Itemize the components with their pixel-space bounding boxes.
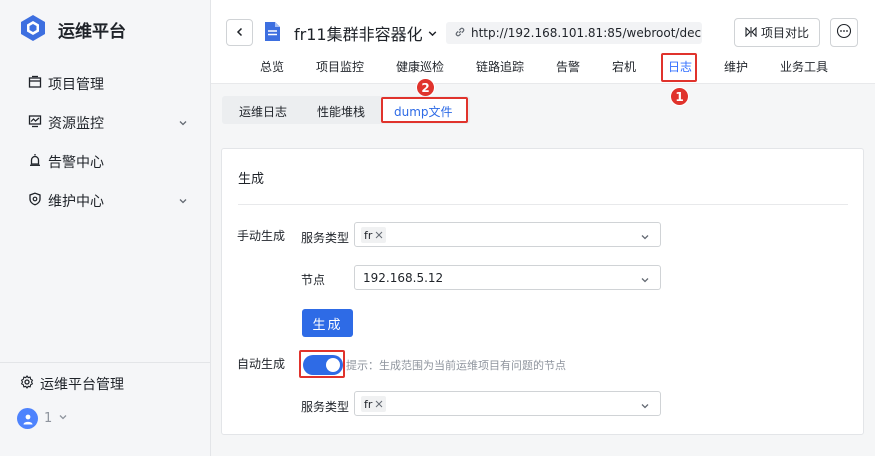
subtab-ops-log[interactable]: 运维日志 <box>239 103 287 120</box>
sidebar-divider <box>0 362 210 363</box>
sidebar-item-resource-monitor[interactable]: 资源监控 <box>0 103 210 142</box>
more-icon <box>836 23 852 42</box>
user-menu[interactable]: 1 <box>17 408 68 429</box>
tab-downtime[interactable]: 宕机 <box>612 58 636 75</box>
sidebar-item-label: 维护中心 <box>48 193 104 210</box>
chevron-down-icon <box>640 274 650 288</box>
annotation-badge-1: 1 <box>670 87 689 106</box>
service-type-label: 服务类型 <box>301 231 350 245</box>
project-compare-button[interactable]: 项目对比 <box>734 18 820 47</box>
chevron-down-icon[interactable] <box>178 116 188 132</box>
avatar <box>17 408 38 429</box>
tab-project-monitor[interactable]: 项目监控 <box>316 58 364 75</box>
node-select[interactable]: 192.168.5.12 <box>354 265 661 290</box>
subtab-perf-stack[interactable]: 性能堆栈 <box>317 103 365 120</box>
auto-generate-toggle[interactable] <box>303 355 343 375</box>
sidebar: 运维平台 项目管理 资源监控 告警中心 维护中心 运维平台管理 1 <box>0 0 211 456</box>
back-button[interactable] <box>226 19 253 46</box>
generate-button[interactable]: 生成 <box>302 309 353 337</box>
chevron-left-icon <box>235 26 245 40</box>
toggle-knob <box>326 358 340 372</box>
sidebar-item-platform-admin[interactable]: 运维平台管理 <box>20 374 124 394</box>
service-type-tag: fr <box>361 227 387 243</box>
auto-generate-hint: 提示：生成范围为当前运维项目有问题的节点 <box>346 359 566 372</box>
sidebar-item-maintenance-center[interactable]: 维护中心 <box>0 181 210 220</box>
tab-maintenance[interactable]: 维护 <box>724 58 748 75</box>
tab-health-check[interactable]: 健康巡检 <box>396 58 444 75</box>
close-icon[interactable] <box>375 398 383 411</box>
link-icon <box>454 26 466 41</box>
auto-generate-label: 自动生成 <box>237 357 286 371</box>
chevron-down-icon <box>640 231 650 245</box>
tab-trace[interactable]: 链路追踪 <box>476 58 524 75</box>
node-value: 192.168.5.12 <box>363 271 444 285</box>
project-selector[interactable]: fr11集群非容器化 <box>294 21 438 45</box>
tag-text: fr <box>364 397 373 411</box>
log-subtabs: 运维日志 性能堆栈 dump文件 <box>222 96 470 124</box>
subtab-dump-file[interactable]: dump文件 <box>394 103 453 120</box>
sidebar-item-label: 项目管理 <box>48 76 104 93</box>
chevron-down-icon <box>640 400 650 414</box>
sidebar-item-label: 告警中心 <box>48 154 104 171</box>
service-type-tag: fr <box>361 396 387 412</box>
card-divider <box>238 204 848 205</box>
brand[interactable]: 运维平台 <box>20 14 126 45</box>
folder-icon <box>28 75 42 93</box>
shield-icon <box>28 192 42 210</box>
compare-label: 项目对比 <box>760 26 809 40</box>
tab-alarm[interactable]: 告警 <box>556 58 580 75</box>
compare-icon <box>745 26 757 40</box>
tag-text: fr <box>364 228 373 242</box>
node-label: 节点 <box>301 273 326 287</box>
highlight-box-logs-tab <box>661 53 697 82</box>
project-url[interactable]: http://192.168.101.81:85/webroot/decisio… <box>446 22 702 44</box>
document-icon <box>263 21 281 45</box>
tab-overview[interactable]: 总览 <box>260 58 284 75</box>
auto-service-type-label: 服务类型 <box>301 400 350 414</box>
url-text: http://192.168.101.81:85/webroot/decisio… <box>471 26 702 40</box>
brand-name: 运维平台 <box>58 22 126 42</box>
sidebar-item-label: 运维平台管理 <box>40 377 124 393</box>
logo-icon <box>20 14 46 45</box>
chevron-down-icon <box>58 411 68 426</box>
sidebar-item-alarm-center[interactable]: 告警中心 <box>0 142 210 181</box>
close-icon[interactable] <box>375 229 383 242</box>
more-button[interactable] <box>830 18 858 47</box>
manual-service-type-select[interactable]: fr <box>354 222 661 247</box>
user-name: 1 <box>44 411 53 426</box>
manual-generate-label: 手动生成 <box>237 229 286 243</box>
generate-card: 生成 手动生成 服务类型 fr 节点 192.168.5.12 生成 自动生成 … <box>221 148 864 435</box>
sidebar-item-project-management[interactable]: 项目管理 <box>0 64 210 103</box>
tab-business-tools[interactable]: 业务工具 <box>780 58 828 75</box>
alarm-icon <box>28 153 42 171</box>
main-tabs: 总览 项目监控 健康巡检 链路追踪 告警 宕机 日志 维护 业务工具 <box>211 58 875 78</box>
sidebar-item-label: 资源监控 <box>48 115 104 132</box>
sidebar-nav: 项目管理 资源监控 告警中心 维护中心 <box>0 64 210 220</box>
header: fr11集群非容器化 http://192.168.101.81:85/webr… <box>211 0 875 84</box>
chevron-down-icon[interactable] <box>178 194 188 210</box>
chevron-down-icon <box>427 24 438 43</box>
gear-icon <box>20 375 34 393</box>
annotation-badge-2: 2 <box>416 78 435 97</box>
project-title: fr11集群非容器化 <box>294 25 423 44</box>
monitor-icon <box>28 114 42 132</box>
auto-service-type-select[interactable]: fr <box>354 391 661 416</box>
card-title: 生成 <box>238 172 265 187</box>
